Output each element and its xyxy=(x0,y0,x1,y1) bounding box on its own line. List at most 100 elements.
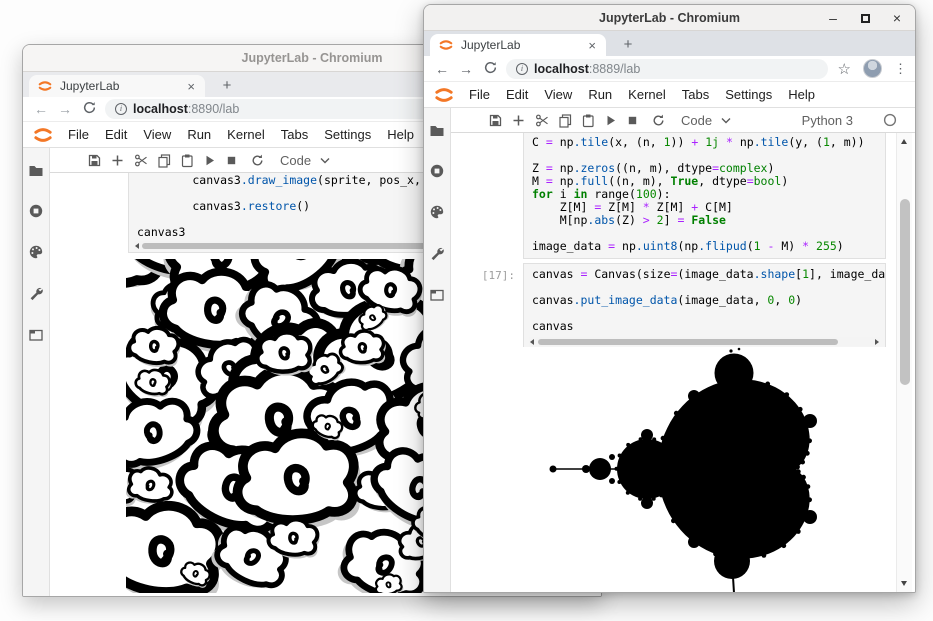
copy-cells-icon[interactable] xyxy=(554,109,576,131)
run-cell-icon[interactable] xyxy=(599,109,621,131)
kernel-name-label[interactable]: Python 3 xyxy=(802,108,853,132)
stop-kernel-icon[interactable] xyxy=(220,149,242,171)
jupyter-logo xyxy=(433,86,455,104)
chevron-down-icon[interactable] xyxy=(314,149,336,171)
back-url-path: :8890/lab xyxy=(188,102,239,116)
front-window-titlebar[interactable]: JupyterLab - Chromium – × xyxy=(424,5,915,31)
chevron-down-icon[interactable] xyxy=(715,109,737,131)
folder-icon[interactable] xyxy=(424,118,450,142)
notebook-vscrollbar[interactable] xyxy=(896,133,912,592)
front-browser-window: JupyterLab - Chromium – × JupyterLab × +… xyxy=(423,4,916,593)
back-site-info-icon[interactable]: i xyxy=(115,103,127,115)
running-sessions-icon[interactable] xyxy=(23,199,49,223)
menu-tabs[interactable]: Tabs xyxy=(273,127,316,142)
scroll-right-arrow[interactable] xyxy=(875,339,879,345)
menu-file[interactable]: File xyxy=(60,127,97,142)
back-menu-items: FileEditViewRunKernelTabsSettingsHelp xyxy=(60,127,422,142)
back-url-host: localhost xyxy=(133,102,188,116)
save-icon[interactable] xyxy=(83,149,105,171)
paste-cells-icon[interactable] xyxy=(577,109,599,131)
menu-help[interactable]: Help xyxy=(780,87,823,102)
front-nav-forward-icon[interactable]: → xyxy=(454,61,478,77)
hscroll-thumb[interactable] xyxy=(538,339,838,345)
menu-kernel[interactable]: Kernel xyxy=(219,127,273,142)
jupyter-favicon xyxy=(438,38,454,52)
menu-file[interactable]: File xyxy=(461,87,498,102)
vscroll-thumb[interactable] xyxy=(900,199,910,385)
front-cell2-hscrollbar[interactable] xyxy=(529,337,880,346)
scroll-left-arrow[interactable] xyxy=(530,339,534,345)
front-url-field[interactable]: i localhost:8889/lab xyxy=(506,59,828,79)
tabs-panel-icon[interactable] xyxy=(424,283,450,307)
minimize-icon[interactable]: – xyxy=(825,10,841,26)
front-code-editor-2[interactable]: canvas = Canvas(size=(image_data.shape[1… xyxy=(524,264,885,333)
scroll-left-arrow[interactable] xyxy=(135,243,139,249)
back-tab-close-icon[interactable]: × xyxy=(185,79,197,94)
menu-kernel[interactable]: Kernel xyxy=(620,87,674,102)
menu-help[interactable]: Help xyxy=(379,127,422,142)
save-icon[interactable] xyxy=(484,109,506,131)
front-code-cell-1[interactable]: C = np.tile(x, (n, 1)) + 1j * np.tile(y,… xyxy=(523,133,886,259)
stop-kernel-icon[interactable] xyxy=(621,109,643,131)
back-nav-back-icon[interactable]: ← xyxy=(29,101,53,117)
menu-settings[interactable]: Settings xyxy=(316,127,379,142)
paste-cells-icon[interactable] xyxy=(176,149,198,171)
cell-type-dropdown[interactable]: Code xyxy=(280,148,311,172)
folder-icon[interactable] xyxy=(23,158,49,182)
add-cell-icon[interactable] xyxy=(507,109,529,131)
running-sessions-icon[interactable] xyxy=(424,159,450,183)
front-nav-back-icon[interactable]: ← xyxy=(430,61,454,77)
maximize-icon[interactable] xyxy=(857,10,873,26)
copy-cells-icon[interactable] xyxy=(153,149,175,171)
front-site-info-icon[interactable]: i xyxy=(516,63,528,75)
mandelbrot-output-image xyxy=(451,347,897,592)
desktop: JupyterLab - Chromium JupyterLab × + ← →… xyxy=(0,0,933,621)
front-browser-tab[interactable]: JupyterLab × xyxy=(430,34,606,56)
back-new-tab-button[interactable]: + xyxy=(215,75,239,96)
code-line xyxy=(532,307,879,320)
code-line: C = np.tile(x, (n, 1)) + 1j * np.tile(y,… xyxy=(532,136,879,149)
cell-type-dropdown[interactable]: Code xyxy=(681,108,712,132)
front-code-editor-1[interactable]: C = np.tile(x, (n, 1)) + 1j * np.tile(y,… xyxy=(524,133,885,253)
menu-edit[interactable]: Edit xyxy=(498,87,536,102)
menu-tabs[interactable]: Tabs xyxy=(674,87,717,102)
wrench-icon[interactable] xyxy=(23,281,49,305)
palette-icon[interactable] xyxy=(424,200,450,224)
code-line: canvas = Canvas(size=(image_data.shape[1… xyxy=(532,268,879,281)
menu-view[interactable]: View xyxy=(536,87,580,102)
back-browser-tab[interactable]: JupyterLab × xyxy=(29,75,205,97)
menu-edit[interactable]: Edit xyxy=(97,127,135,142)
front-tab-close-icon[interactable]: × xyxy=(586,38,598,53)
menu-view[interactable]: View xyxy=(135,127,179,142)
restart-kernel-icon[interactable] xyxy=(647,109,669,131)
code-line: M[np.abs(Z) > 2] = False xyxy=(532,214,879,227)
palette-icon[interactable] xyxy=(23,240,49,264)
close-icon[interactable]: × xyxy=(889,10,905,26)
menu-settings[interactable]: Settings xyxy=(717,87,780,102)
bookmark-star-icon[interactable]: ☆ xyxy=(838,60,851,78)
front-reload-icon[interactable] xyxy=(478,61,502,77)
profile-avatar[interactable] xyxy=(863,59,882,78)
front-new-tab-button[interactable]: + xyxy=(616,34,640,55)
kernel-status-icon[interactable] xyxy=(879,109,901,131)
run-cell-icon[interactable] xyxy=(198,149,220,171)
front-url-path: :8889/lab xyxy=(589,62,640,76)
back-nav-forward-icon[interactable]: → xyxy=(53,101,77,117)
restart-kernel-icon[interactable] xyxy=(246,149,268,171)
scroll-down-arrow[interactable] xyxy=(901,581,907,586)
back-reload-icon[interactable] xyxy=(77,101,101,117)
cut-cells-icon[interactable] xyxy=(130,149,152,171)
tabs-panel-icon[interactable] xyxy=(23,323,49,347)
front-tab-label: JupyterLab xyxy=(461,38,579,52)
back-tab-label: JupyterLab xyxy=(60,79,178,93)
front-code-cell-2[interactable]: canvas = Canvas(size=(image_data.shape[1… xyxy=(523,263,886,349)
scroll-up-arrow[interactable] xyxy=(901,139,907,144)
front-url-host: localhost xyxy=(534,62,589,76)
wrench-icon[interactable] xyxy=(424,241,450,265)
browser-menu-icon[interactable]: ⋮ xyxy=(894,61,907,77)
jupyter-favicon xyxy=(37,79,53,93)
menu-run[interactable]: Run xyxy=(580,87,620,102)
menu-run[interactable]: Run xyxy=(179,127,219,142)
add-cell-icon[interactable] xyxy=(106,149,128,171)
cut-cells-icon[interactable] xyxy=(531,109,553,131)
